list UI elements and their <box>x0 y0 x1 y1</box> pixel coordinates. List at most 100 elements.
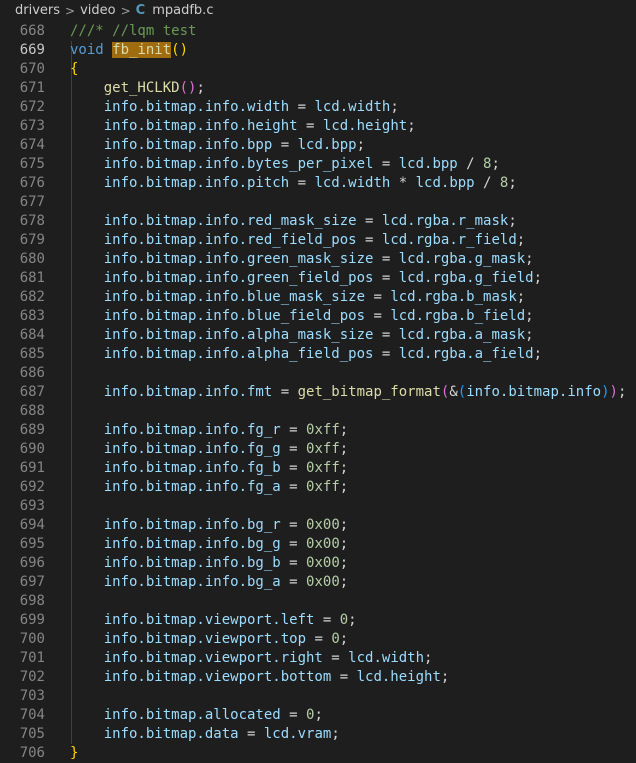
code-line[interactable]: 676 info.bitmap.info.pitch = lcd.width *… <box>0 174 636 193</box>
code-line[interactable]: 693 <box>0 497 636 516</box>
line-number: 680 <box>19 251 45 267</box>
code-token: lcd.width <box>314 175 391 191</box>
code-line[interactable]: 695 info.bitmap.info.bg_g = 0x00; <box>0 535 636 554</box>
code-line[interactable]: 673 info.bitmap.info.height = lcd.height… <box>0 117 636 136</box>
code-line[interactable]: 685 info.bitmap.info.alpha_field_pos = l… <box>0 345 636 364</box>
code-line[interactable]: 669 void fb_init() <box>0 41 636 60</box>
code-token: = <box>356 232 382 248</box>
code-token: info.bitmap.info.bg_r <box>103 517 281 533</box>
code-line[interactable]: 674 info.bitmap.info.bpp = lcd.bpp; <box>0 136 636 155</box>
code-line[interactable]: 694 info.bitmap.info.bg_r = 0x00; <box>0 516 636 535</box>
code-token: lcd.rgba.a_mask <box>398 327 526 343</box>
code-token: ; <box>491 156 500 172</box>
code-token: = <box>306 631 332 647</box>
code-line[interactable]: 675 info.bitmap.info.bytes_per_pixel = l… <box>0 155 636 174</box>
code-token: ) <box>609 384 618 400</box>
code-line[interactable]: 699 info.bitmap.viewport.left = 0; <box>0 611 636 630</box>
code-text: info.bitmap.info.fg_r = 0xff; <box>70 421 348 440</box>
code-token: get_HCLKD <box>103 80 180 96</box>
code-token: = <box>280 517 307 533</box>
code-token: ; <box>424 650 433 666</box>
code-token: ; <box>390 99 399 115</box>
code-line[interactable]: 677 <box>0 193 636 212</box>
code-line[interactable]: 687 info.bitmap.info.fmt = get_bitmap_fo… <box>0 383 636 402</box>
code-token: lcd.rgba.g_field <box>398 270 534 286</box>
code-token: ; <box>339 517 349 533</box>
line-number: 706 <box>19 745 45 761</box>
code-line[interactable]: 692 info.bitmap.info.fg_a = 0xff; <box>0 478 636 497</box>
code-token: 0xff <box>306 479 340 495</box>
code-text: info.bitmap.info.blue_mask_size = lcd.rg… <box>70 288 525 307</box>
line-number: 670 <box>19 61 45 77</box>
code-line[interactable]: 678 info.bitmap.info.red_mask_size = lcd… <box>0 212 636 231</box>
chevron-right-icon: > <box>65 4 76 18</box>
code-token: info.bitmap.info.bg_a <box>103 574 281 590</box>
code-line[interactable]: 668 ///* //lqm test <box>0 22 636 41</box>
code-token: info.bitmap.info.bytes_per_pixel <box>103 156 374 172</box>
code-line[interactable]: 679 info.bitmap.info.red_field_pos = lcd… <box>0 231 636 250</box>
breadcrumb-item-drivers[interactable]: drivers <box>15 0 60 22</box>
code-line[interactable]: 706} <box>0 744 636 763</box>
line-number: 685 <box>19 346 45 362</box>
code-token: ; <box>525 327 534 343</box>
code-line[interactable]: 681 info.bitmap.info.green_field_pos = l… <box>0 269 636 288</box>
line-number: 702 <box>19 669 45 685</box>
code-token: () <box>179 80 197 96</box>
code-line[interactable]: 680 info.bitmap.info.green_mask_size = l… <box>0 250 636 269</box>
code-line[interactable]: 686 <box>0 364 636 383</box>
code-line[interactable]: 697 info.bitmap.info.bg_a = 0x00; <box>0 573 636 592</box>
code-token: info.bitmap.info.fmt <box>103 384 273 400</box>
code-token: info.bitmap.info.bpp <box>103 137 273 153</box>
code-line[interactable]: 682 info.bitmap.info.blue_mask_size = lc… <box>0 288 636 307</box>
code-line[interactable]: 696 info.bitmap.info.bg_b = 0x00; <box>0 554 636 573</box>
code-line[interactable]: 672 info.bitmap.info.width = lcd.width; <box>0 98 636 117</box>
code-line[interactable]: 704 info.bitmap.allocated = 0; <box>0 706 636 725</box>
code-token: 0x00 <box>306 517 340 533</box>
code-editor[interactable]: 668///* //lqm test 669 void fb_init() 670 {6… <box>0 22 636 763</box>
code-line[interactable]: 690 info.bitmap.info.fg_g = 0xff; <box>0 440 636 459</box>
code-token: { <box>70 61 79 77</box>
code-text: info.bitmap.info.blue_field_pos = lcd.rg… <box>70 307 534 326</box>
code-text: info.bitmap.viewport.top = 0; <box>70 630 348 649</box>
code-token: = <box>322 650 349 666</box>
code-text: } <box>70 744 78 763</box>
code-text: info.bitmap.info.bg_a = 0x00; <box>70 573 348 592</box>
code-text: info.bitmap.info.red_mask_size = lcd.rgb… <box>70 212 517 231</box>
code-text: info.bitmap.info.fg_a = 0xff; <box>70 478 348 497</box>
code-line[interactable]: 688 <box>0 402 636 421</box>
code-line[interactable]: 698 <box>0 592 636 611</box>
line-number: 689 <box>19 422 45 438</box>
code-token: = <box>280 536 307 552</box>
code-line[interactable]: 700 info.bitmap.viewport.top = 0; <box>0 630 636 649</box>
code-token: ; <box>516 232 526 248</box>
code-line[interactable]: 705 info.bitmap.data = lcd.vram; <box>0 725 636 744</box>
code-line[interactable]: 670 { <box>0 60 636 79</box>
code-token: = <box>280 441 307 457</box>
line-number: 690 <box>19 441 45 457</box>
code-line[interactable]: 671 get_HCLKD(); <box>0 79 636 98</box>
code-text: void fb_init() <box>70 41 188 60</box>
code-line[interactable]: 689 info.bitmap.info.fg_r = 0xff; <box>0 421 636 440</box>
line-number: 673 <box>19 118 45 134</box>
code-line[interactable]: 703 <box>0 687 636 706</box>
code-line[interactable]: 701 info.bitmap.viewport.right = lcd.wid… <box>0 649 636 668</box>
code-token: info.bitmap.info.fg_g <box>103 441 281 457</box>
code-line[interactable]: 683 info.bitmap.info.blue_field_pos = lc… <box>0 307 636 326</box>
code-token: void <box>70 42 104 58</box>
breadcrumb-item-video[interactable]: video <box>80 0 116 22</box>
breadcrumb-item-file[interactable]: mpadfb.c <box>152 0 213 22</box>
code-line[interactable]: 691 info.bitmap.info.fg_b = 0xff; <box>0 459 636 478</box>
code-token: 0x00 <box>306 574 340 590</box>
line-number: 676 <box>19 175 45 191</box>
code-line[interactable]: 702 info.bitmap.viewport.bottom = lcd.he… <box>0 668 636 687</box>
code-token: ; <box>508 213 517 229</box>
code-line[interactable]: 684 info.bitmap.info.alpha_mask_size = l… <box>0 326 636 345</box>
line-number: 674 <box>19 137 45 153</box>
code-token: ; <box>339 574 349 590</box>
code-token: = <box>238 726 264 742</box>
